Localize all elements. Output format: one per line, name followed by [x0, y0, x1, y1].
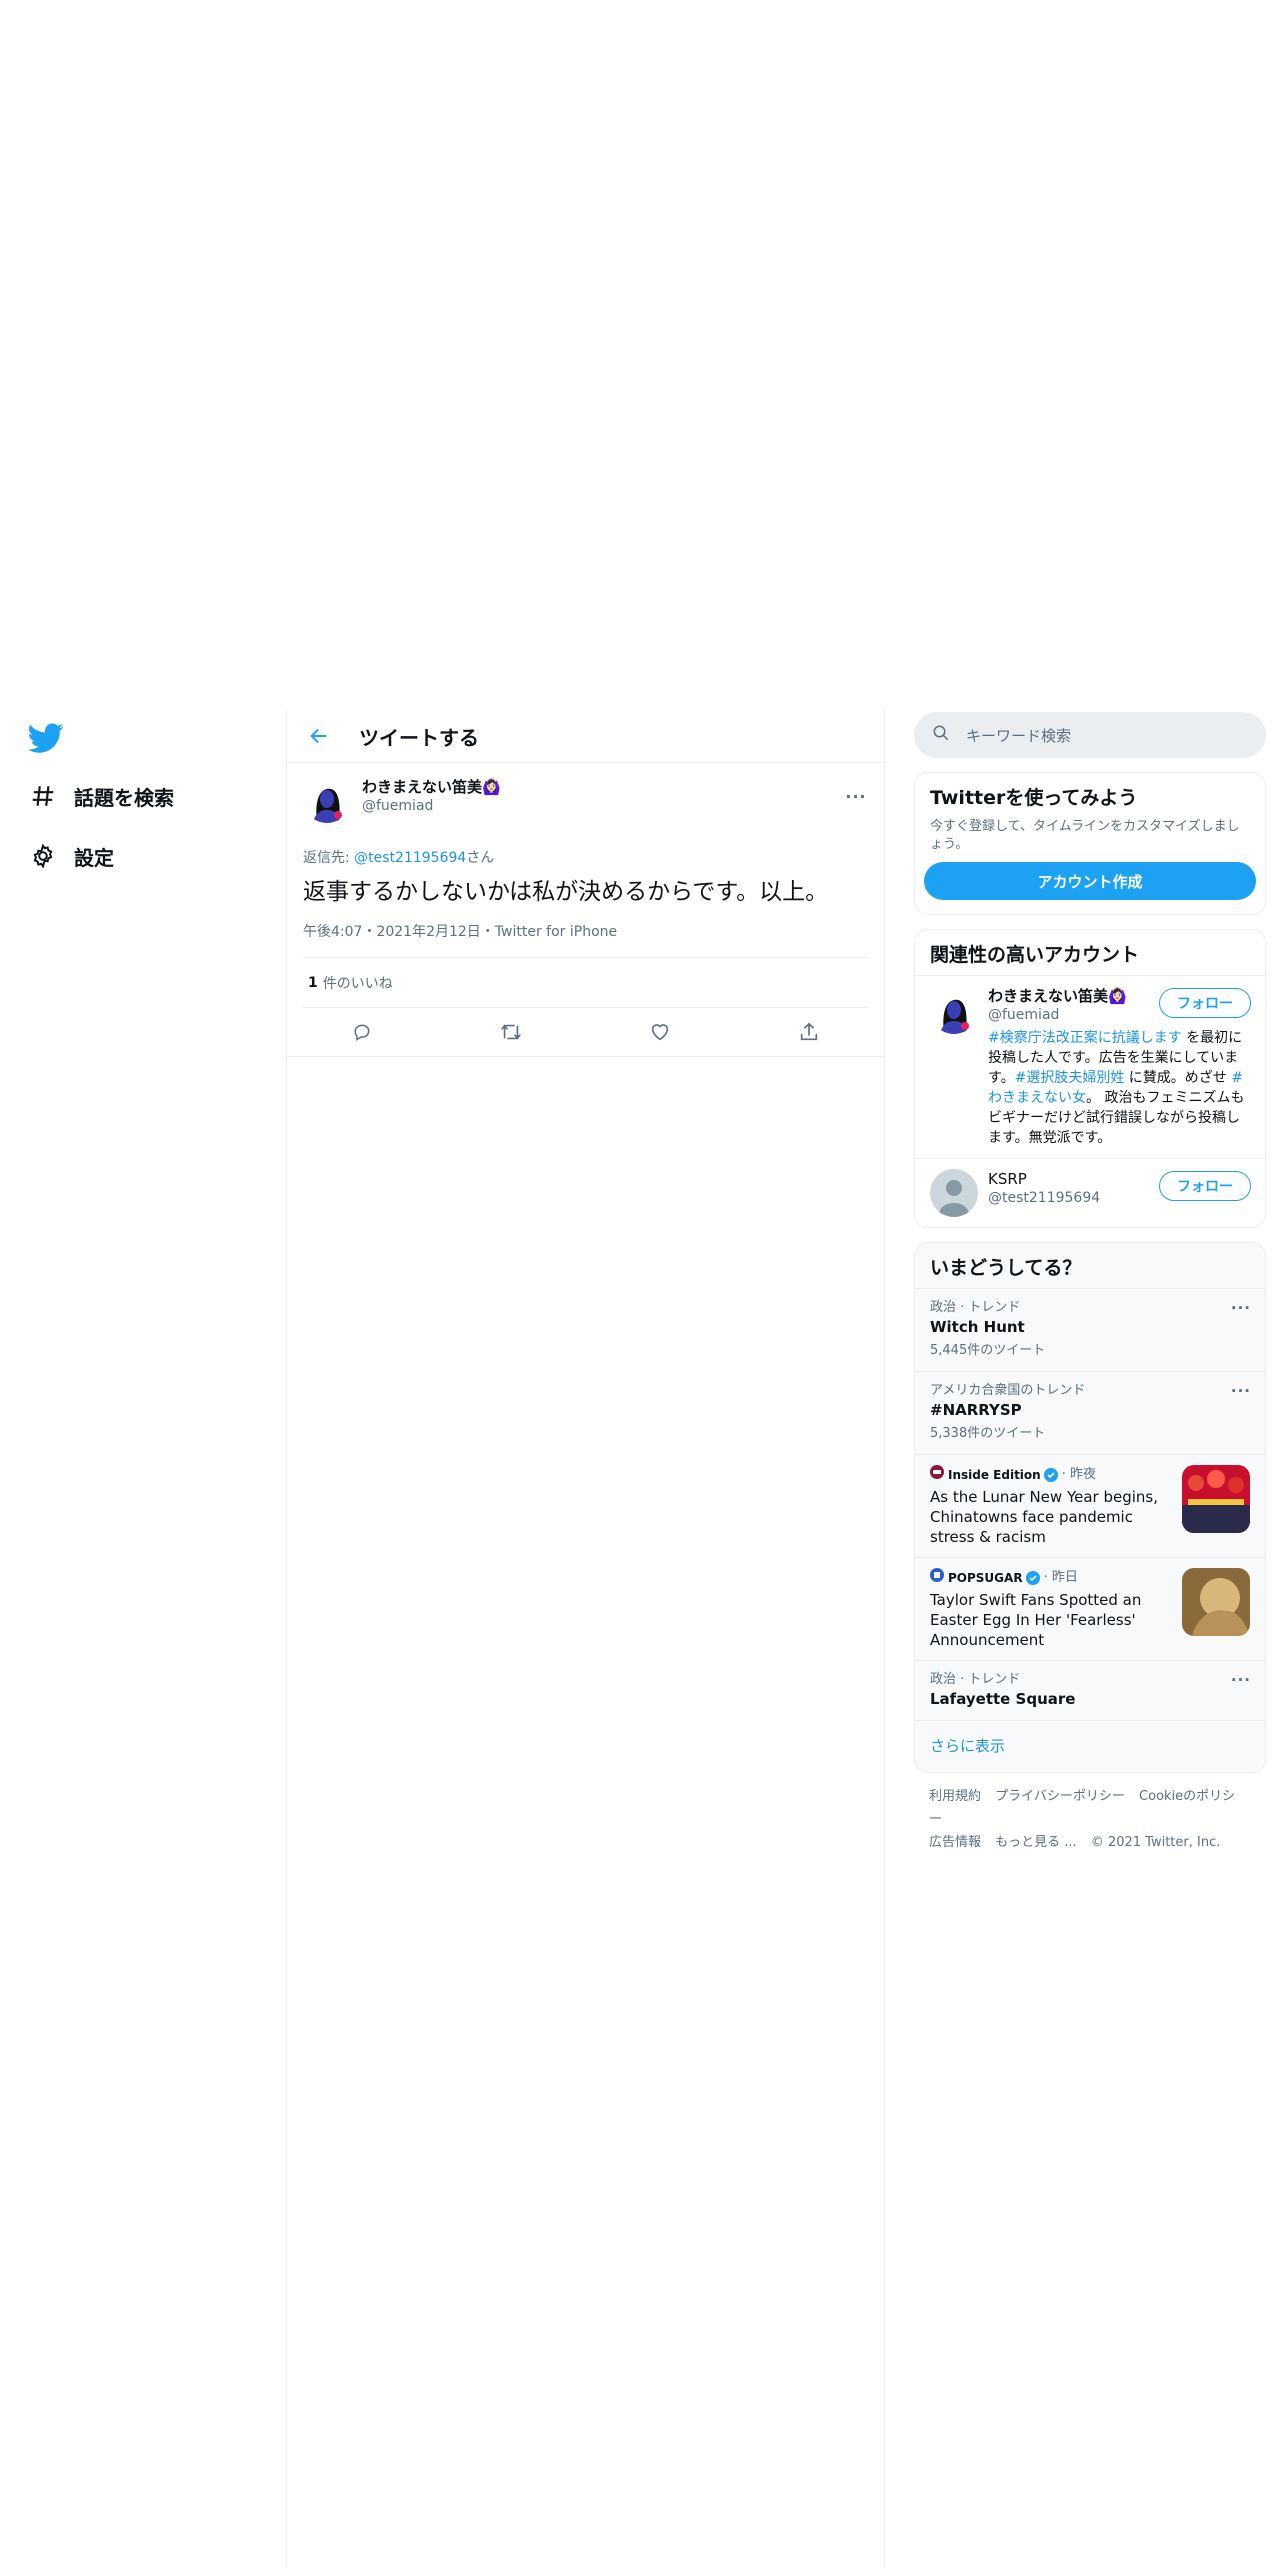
- search-icon: [932, 724, 950, 746]
- trend-name: Lafayette Square: [930, 1690, 1076, 1708]
- more-icon[interactable]: ···: [1231, 1671, 1251, 1689]
- avatar[interactable]: [303, 775, 351, 823]
- account-row[interactable]: わきまえない笛美🙆🏻‍♀️ @fuemiad #検察庁法改正案に抗議します を最…: [915, 975, 1265, 1158]
- footer: 利用規約 プライバシーポリシー Cookieのポリシー 広告情報 もっと見る .…: [914, 1785, 1266, 1854]
- news-body: POPSUGAR · 昨日 Taylor Swift Fans Spotted …: [930, 1568, 1174, 1650]
- more-icon[interactable]: ···: [1231, 1382, 1251, 1400]
- related-accounts-card: 関連性の高いアカウント わきまえない笛美🙆🏻‍♀️ @fuemiad #検察庁法…: [914, 929, 1266, 1228]
- avatar[interactable]: [930, 1169, 978, 1217]
- signup-title: Twitterを使ってみよう: [930, 787, 1138, 809]
- news-source: Inside Edition · 昨夜: [930, 1465, 1174, 1485]
- trend-item[interactable]: アメリカ合衆国のトレンド #NARRYSP 5,338件のツイート ···: [915, 1371, 1265, 1454]
- twitter-logo-icon[interactable]: [27, 720, 64, 756]
- news-item[interactable]: Inside Edition · 昨夜 As the Lunar New Yea…: [915, 1454, 1265, 1557]
- reply-icon[interactable]: [343, 1013, 381, 1051]
- trend-category: 政治 · トレンド: [930, 1300, 1021, 1315]
- search-input[interactable]: キーワード検索: [966, 725, 1071, 746]
- news-thumbnail: [1182, 1465, 1250, 1533]
- column-divider-right: [884, 710, 885, 2568]
- follow-button[interactable]: フォロー: [1159, 1171, 1251, 1201]
- tweet: わきまえない笛美🙆🏻‍♀️ @fuemiad ··· 返信先: @test211…: [287, 775, 884, 1057]
- bio-text: に賛成。めざせ: [1124, 1070, 1232, 1086]
- account-bio: #検察庁法改正案に抗議します を最初に投稿した人です。広告を生業にしています。#…: [988, 1028, 1248, 1148]
- author-name[interactable]: わきまえない笛美🙆🏻‍♀️: [362, 777, 501, 797]
- avatar[interactable]: [930, 986, 978, 1034]
- likes-count: 1: [308, 974, 318, 991]
- verified-badge-icon: [1025, 1571, 1040, 1585]
- author-meta: わきまえない笛美🙆🏻‍♀️ @fuemiad: [362, 775, 501, 825]
- show-more-link[interactable]: さらに表示: [915, 1720, 1265, 1772]
- tweet-timestamp[interactable]: 午後4:07・2021年2月12日・Twitter for iPhone: [303, 921, 868, 958]
- nav-settings-label: 設定: [74, 845, 114, 870]
- page-title: ツイートする: [359, 725, 479, 750]
- tweet-actions: [287, 1008, 884, 1057]
- create-account-button[interactable]: アカウント作成: [924, 862, 1256, 900]
- trend-item[interactable]: 政治 · トレンド Lafayette Square ···: [915, 1660, 1265, 1720]
- account-row[interactable]: KSRP @test21195694 フォロー: [915, 1158, 1265, 1227]
- reply-suffix: さん: [466, 850, 495, 866]
- trends-card: いまどうしてる？ 政治 · トレンド Witch Hunt 5,445件のツイー…: [914, 1242, 1266, 1773]
- search-box[interactable]: キーワード検索: [914, 712, 1266, 758]
- nav-settings[interactable]: 設定: [28, 836, 114, 876]
- trend-category: アメリカ合衆国のトレンド: [930, 1383, 1086, 1398]
- news-source: POPSUGAR · 昨日: [930, 1568, 1174, 1588]
- news-title: As the Lunar New Year begins, Chinatowns…: [930, 1488, 1159, 1546]
- footer-terms-link[interactable]: 利用規約: [929, 1789, 981, 1804]
- hashtag-link[interactable]: #選択肢夫婦別姓: [1015, 1070, 1125, 1086]
- reply-prefix: 返信先:: [303, 850, 355, 866]
- author-handle[interactable]: @fuemiad: [362, 797, 501, 815]
- nav-explore[interactable]: 話題を検索: [28, 776, 174, 816]
- page: 話題を検索 設定 ツイートする わきまえない笛美🙆🏻‍♀️: [0, 0, 1284, 2568]
- reply-to: 返信先: @test21195694さん: [303, 847, 868, 867]
- right-sidebar: キーワード検索 Twitterを使ってみよう 今すぐ登録して、タイムラインをカス…: [914, 712, 1266, 1854]
- trend-category: 政治 · トレンド: [930, 1672, 1021, 1687]
- hashtag-link[interactable]: #検察庁法改正案に抗議します: [988, 1030, 1182, 1046]
- trends-title: いまどうしてる？: [930, 1257, 1082, 1279]
- more-icon[interactable]: ···: [1231, 1299, 1251, 1317]
- likes-label: 件のいいね: [322, 975, 393, 992]
- back-arrow-icon[interactable]: [301, 718, 337, 754]
- verified-badge-icon: [1043, 1468, 1058, 1482]
- trend-item[interactable]: 政治 · トレンド Witch Hunt 5,445件のツイート ···: [915, 1288, 1265, 1371]
- signup-card: Twitterを使ってみよう 今すぐ登録して、タイムラインをカスタマイズしましょ…: [914, 772, 1266, 915]
- popsugar-logo-icon: [930, 1568, 944, 1588]
- inside-edition-logo-icon: [930, 1465, 944, 1485]
- retweet-icon[interactable]: [492, 1013, 530, 1051]
- gear-icon: [28, 841, 58, 871]
- news-source-name: POPSUGAR: [948, 1571, 1023, 1585]
- footer-ads-link[interactable]: 広告情報: [929, 1835, 981, 1850]
- like-heart-icon[interactable]: [641, 1013, 679, 1051]
- tweet-text: 返事するかしないかは私が決めるからです。以上。: [303, 879, 829, 905]
- trend-count: 5,338件のツイート: [930, 1426, 1046, 1441]
- page-header: ツイートする: [287, 710, 884, 763]
- footer-copyright: © 2021 Twitter, Inc.: [1090, 1835, 1221, 1850]
- share-icon[interactable]: [790, 1013, 828, 1051]
- news-body: Inside Edition · 昨夜 As the Lunar New Yea…: [930, 1465, 1174, 1547]
- news-time: · 昨夜: [1061, 1467, 1096, 1482]
- hashtag-icon: [28, 781, 58, 811]
- footer-more-link[interactable]: もっと見る ...: [995, 1835, 1077, 1850]
- main-column: ツイートする わきまえない笛美🙆🏻‍♀️ @fuemiad ··· 返信先: @…: [287, 710, 884, 1057]
- follow-button[interactable]: フォロー: [1159, 988, 1251, 1018]
- tweet-author[interactable]: わきまえない笛美🙆🏻‍♀️ @fuemiad: [303, 775, 868, 825]
- signup-description: 今すぐ登録して、タイムラインをカスタマイズしましょう。: [930, 819, 1240, 852]
- footer-privacy-link[interactable]: プライバシーポリシー: [995, 1789, 1125, 1804]
- more-icon[interactable]: ···: [844, 787, 868, 807]
- reply-mention-link[interactable]: @test21195694: [354, 850, 466, 866]
- trend-count: 5,445件のツイート: [930, 1343, 1046, 1358]
- nav-explore-label: 話題を検索: [74, 785, 174, 810]
- news-source-name: Inside Edition: [948, 1468, 1041, 1482]
- news-item[interactable]: POPSUGAR · 昨日 Taylor Swift Fans Spotted …: [915, 1557, 1265, 1660]
- trend-name: Witch Hunt: [930, 1318, 1025, 1336]
- trend-name: #NARRYSP: [930, 1401, 1022, 1419]
- news-title: Taylor Swift Fans Spotted an Easter Egg …: [930, 1591, 1142, 1649]
- news-thumbnail: [1182, 1568, 1250, 1636]
- news-time: · 昨日: [1043, 1570, 1078, 1585]
- likes-count-row[interactable]: 1 件のいいね: [303, 958, 868, 1008]
- related-title: 関連性の高いアカウント: [930, 944, 1140, 966]
